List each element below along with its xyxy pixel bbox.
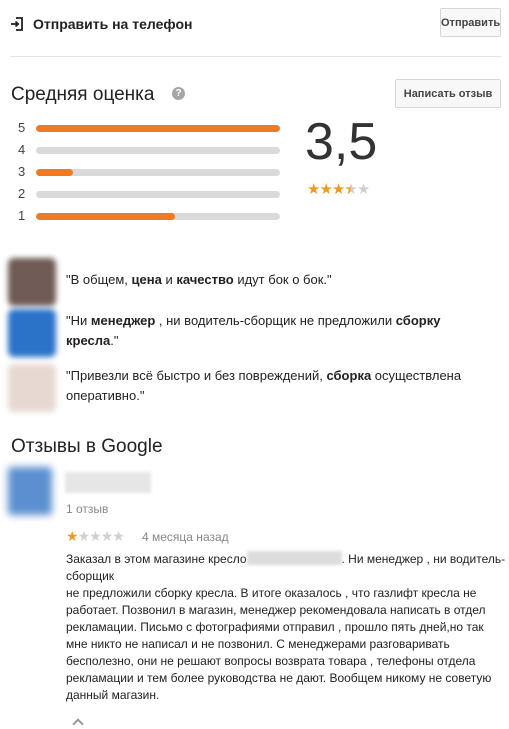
review-text: Заказал в этом магазине кресло. Ни менед… [66, 551, 506, 704]
send-to-phone-row: Отправить на телефон Отправить [10, 8, 501, 40]
review-text-part: не предложили сборку кресла. В итоге ока… [66, 586, 492, 702]
histogram-label: 3 [18, 164, 26, 179]
review-date: 4 месяца назад [142, 530, 229, 544]
review-stars: ★★★★★ [66, 528, 125, 545]
divider [10, 56, 501, 57]
send-to-phone-title: Отправить на телефон [33, 16, 193, 32]
histogram-label: 1 [18, 208, 26, 223]
snippet-text: "Ни менеджер , ни водитель-сборщик не пр… [66, 311, 496, 351]
histogram-label: 2 [18, 186, 26, 201]
star-icon: ★ [331, 181, 345, 198]
histogram-track [36, 213, 280, 220]
histogram-bar [36, 213, 176, 220]
snippet-text: "Привезли всё быстро и без повреждений, … [66, 366, 496, 406]
histogram-row-5: 5 [18, 120, 283, 136]
histogram-row-3: 3 [18, 164, 283, 180]
snippet-keyword: сборка [326, 368, 372, 383]
snippet-thumbnail [8, 309, 56, 357]
reviewer-name-redacted[interactable] [65, 472, 151, 493]
snippet-thumbnail [8, 258, 56, 306]
histogram-row-2: 2 [18, 186, 283, 202]
histogram-track [36, 147, 280, 154]
snippet-text: "В общем, цена и качество идут бок о бок… [66, 270, 496, 290]
star-icon: ★ [89, 528, 102, 544]
snippet-keyword: качество [176, 272, 234, 287]
histogram-row-4: 4 [18, 142, 283, 158]
star-icon: ★ [112, 528, 125, 544]
star-icon: ★ [307, 181, 320, 198]
redacted-product-name [246, 551, 342, 565]
help-icon[interactable]: ? [172, 87, 185, 100]
reviewer-avatar[interactable] [8, 467, 52, 515]
snippet-text-part: , ни водитель-сборщик не предложили [155, 313, 396, 328]
star-icon: ★ [319, 181, 332, 198]
review-text-part: Заказал в этом магазине кресло [66, 552, 247, 566]
snippet-keyword: менеджер [90, 313, 156, 328]
average-rating-title: Средняя оценка [11, 84, 155, 105]
snippet-text-part: идут бок о бок." [233, 272, 332, 287]
reviewer-review-count: 1 отзыв [66, 502, 109, 516]
histogram-label: 4 [18, 142, 26, 157]
snippet-text-part: и [161, 272, 177, 287]
star-icon: ★ [77, 528, 91, 544]
send-button[interactable]: Отправить [440, 8, 501, 37]
histogram-label: 5 [18, 120, 26, 135]
star-icon: ★ [100, 528, 114, 544]
histogram-row-1: 1 [18, 208, 283, 224]
average-score: 3,5 [305, 113, 378, 171]
histogram-bar [36, 125, 280, 132]
histogram-bar [36, 169, 73, 176]
snippet-text-part: ." [110, 333, 119, 348]
write-review-button[interactable]: Написать отзыв [395, 79, 501, 108]
snippet-text-part: "Привезли всё быстро и без повреждений, [66, 368, 327, 383]
star-icon: ★ [66, 528, 79, 544]
star-icon: ★ [344, 181, 357, 198]
histogram-track [36, 125, 280, 132]
snippet-keyword: цена [131, 272, 162, 287]
average-stars: ★★★★★ [307, 180, 370, 198]
star-icon: ★ [356, 181, 370, 198]
histogram-track [36, 169, 280, 176]
google-reviews-title: Отзывы в Google [11, 436, 163, 457]
snippet-text-part: "Ни [66, 313, 91, 328]
snippet-thumbnail [8, 364, 56, 412]
collapse-chevron-icon[interactable] [72, 718, 84, 729]
histogram-track [36, 191, 280, 198]
snippet-text-part: "В общем, [66, 272, 132, 287]
send-to-phone-icon [11, 17, 23, 31]
